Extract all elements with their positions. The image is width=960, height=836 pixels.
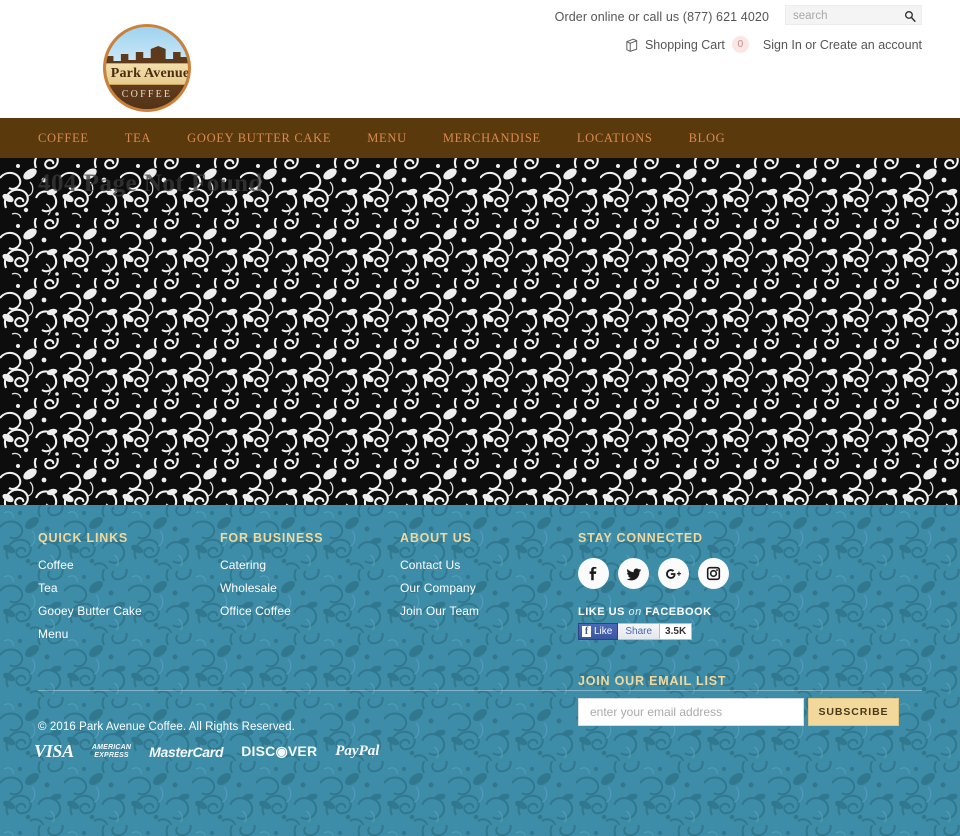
- american-express-icon: AMERICAN EXPRESS: [92, 744, 131, 760]
- nav-item-blog[interactable]: BLOG: [671, 131, 744, 146]
- paypal-pal: Pal: [358, 743, 380, 759]
- amex-line-1: AMERICAN: [91, 743, 132, 751]
- shopping-cart-link[interactable]: Shopping Cart 0: [625, 36, 749, 53]
- footer-columns: QUICK LINKS Coffee Tea Gooey Butter Cake…: [38, 531, 922, 726]
- logo-banner: Park Avenue: [106, 63, 190, 85]
- dark-paisley-background-pattern: [0, 158, 960, 505]
- header-account-row: Shopping Cart 0 Sign In or Create an acc…: [625, 36, 922, 53]
- footer-column-for-business: FOR BUSINESS Catering Wholesale Office C…: [220, 531, 400, 726]
- footer-link-gooey-butter-cake[interactable]: Gooey Butter Cake: [38, 604, 220, 618]
- logo-name: Park Avenue: [110, 66, 190, 81]
- footer-link-coffee[interactable]: Coffee: [38, 558, 220, 572]
- subscribe-button[interactable]: SUBSCRIBE: [808, 698, 899, 726]
- social-link-instagram[interactable]: [698, 558, 729, 589]
- mastercard-icon: MasterCard: [149, 744, 223, 760]
- nav-item-menu[interactable]: MENU: [349, 131, 425, 146]
- footer-heading-email-list: JOIN OUR EMAIL LIST: [578, 674, 727, 688]
- social-link-twitter[interactable]: [618, 558, 649, 589]
- page-title: 404 Page Not Found: [38, 170, 263, 197]
- like-us-text: LIKE US: [578, 606, 625, 618]
- google-plus-icon: [666, 568, 682, 579]
- main-navigation: COFFEE TEA GOOEY BUTTER CAKE MENU MERCHA…: [0, 118, 960, 158]
- visa-icon: VISA: [34, 741, 74, 761]
- amex-line-2: EXPRESS: [94, 751, 129, 759]
- footer-link-wholesale[interactable]: Wholesale: [220, 581, 400, 595]
- discover-part-2: VER: [287, 743, 318, 759]
- discover-part-1: DISC: [241, 743, 276, 759]
- facebook-text: FACEBOOK: [645, 606, 712, 618]
- nav-item-merchandise[interactable]: MERCHANDISE: [425, 131, 559, 146]
- copyright-text: © 2016 Park Avenue Coffee. All Rights Re…: [38, 721, 295, 733]
- nav-item-locations[interactable]: LOCATIONS: [559, 131, 671, 146]
- footer-link-our-company[interactable]: Our Company: [400, 581, 578, 595]
- facebook-like-button[interactable]: f Like: [578, 623, 619, 640]
- twitter-icon: [626, 568, 641, 580]
- like-us-on-facebook-label: LIKE US on FACEBOOK: [578, 606, 918, 618]
- footer-heading-stay-connected: STAY CONNECTED: [578, 531, 703, 545]
- search-box[interactable]: [785, 5, 922, 25]
- mastercard-card: Card: [192, 743, 224, 760]
- facebook-f-icon: f: [582, 626, 591, 637]
- footer-content: QUICK LINKS Coffee Tea Gooey Butter Cake…: [0, 505, 960, 836]
- footer-link-contact-us[interactable]: Contact Us: [400, 558, 578, 572]
- footer-heading-about-us: ABOUT US: [400, 531, 472, 545]
- footer-link-menu[interactable]: Menu: [38, 627, 220, 641]
- footer-column-about-us: ABOUT US Contact Us Our Company Join Our…: [400, 531, 578, 726]
- facebook-like-widget: f Like Share 3.5K: [578, 623, 918, 640]
- facebook-icon: [589, 566, 596, 580]
- footer-heading-quick-links: QUICK LINKS: [38, 531, 129, 545]
- header-utility-row: Order online or call us (877) 621 4020: [555, 5, 922, 25]
- site-logo[interactable]: Park Avenue COFFEE: [103, 24, 191, 112]
- footer-link-tea[interactable]: Tea: [38, 581, 220, 595]
- footer-column-quick-links: QUICK LINKS Coffee Tea Gooey Butter Cake…: [38, 531, 220, 726]
- newsletter-form: SUBSCRIBE: [578, 698, 918, 726]
- shopping-bag-icon: [626, 38, 638, 52]
- mastercard-master: Master: [149, 743, 193, 760]
- footer-heading-for-business: FOR BUSINESS: [220, 531, 324, 545]
- cart-label: Shopping Cart: [644, 37, 725, 52]
- footer-divider: [38, 690, 922, 691]
- search-input[interactable]: [786, 7, 921, 25]
- nav-item-tea[interactable]: TEA: [107, 131, 169, 146]
- footer-link-catering[interactable]: Catering: [220, 558, 400, 572]
- facebook-like-label: Like: [594, 626, 613, 637]
- cart-count-badge: 0: [731, 36, 749, 53]
- signin-create-account-link[interactable]: Sign In or Create an account: [763, 38, 922, 52]
- nav-item-gooey-butter-cake[interactable]: GOOEY BUTTER CAKE: [169, 131, 349, 146]
- discover-o-mark: ◉: [275, 743, 288, 759]
- site-footer: QUICK LINKS Coffee Tea Gooey Butter Cake…: [0, 505, 960, 836]
- discover-icon: DISC◉VER: [241, 743, 317, 760]
- paypal-pay: Pay: [335, 743, 359, 759]
- footer-link-join-our-team[interactable]: Join Our Team: [400, 604, 578, 618]
- main-content-area: 404 Page Not Found: [0, 158, 960, 505]
- paypal-icon: PayPal: [335, 743, 379, 760]
- search-submit-button[interactable]: [903, 8, 917, 24]
- facebook-share-button[interactable]: Share: [618, 623, 661, 640]
- social-link-facebook[interactable]: [578, 558, 609, 589]
- social-links: [578, 558, 918, 589]
- on-text: on: [628, 606, 642, 618]
- social-link-google-plus[interactable]: [658, 558, 689, 589]
- nav-item-coffee[interactable]: COFFEE: [38, 131, 107, 146]
- instagram-icon: [706, 566, 721, 581]
- email-input[interactable]: [578, 698, 804, 726]
- search-icon: [904, 10, 916, 22]
- footer-column-stay-connected: STAY CONNECTED LIKE US on FACEBOOK f Lik…: [578, 531, 918, 726]
- facebook-like-count: 3.5K: [660, 623, 693, 640]
- logo-subtitle: COFFEE: [121, 89, 173, 100]
- header-bar: Order online or call us (877) 621 4020 S…: [0, 0, 960, 118]
- order-phone-text: Order online or call us (877) 621 4020: [554, 9, 769, 24]
- footer-link-office-coffee[interactable]: Office Coffee: [220, 604, 400, 618]
- payment-methods: VISA AMERICAN EXPRESS MasterCard DISC◉VE…: [34, 741, 379, 762]
